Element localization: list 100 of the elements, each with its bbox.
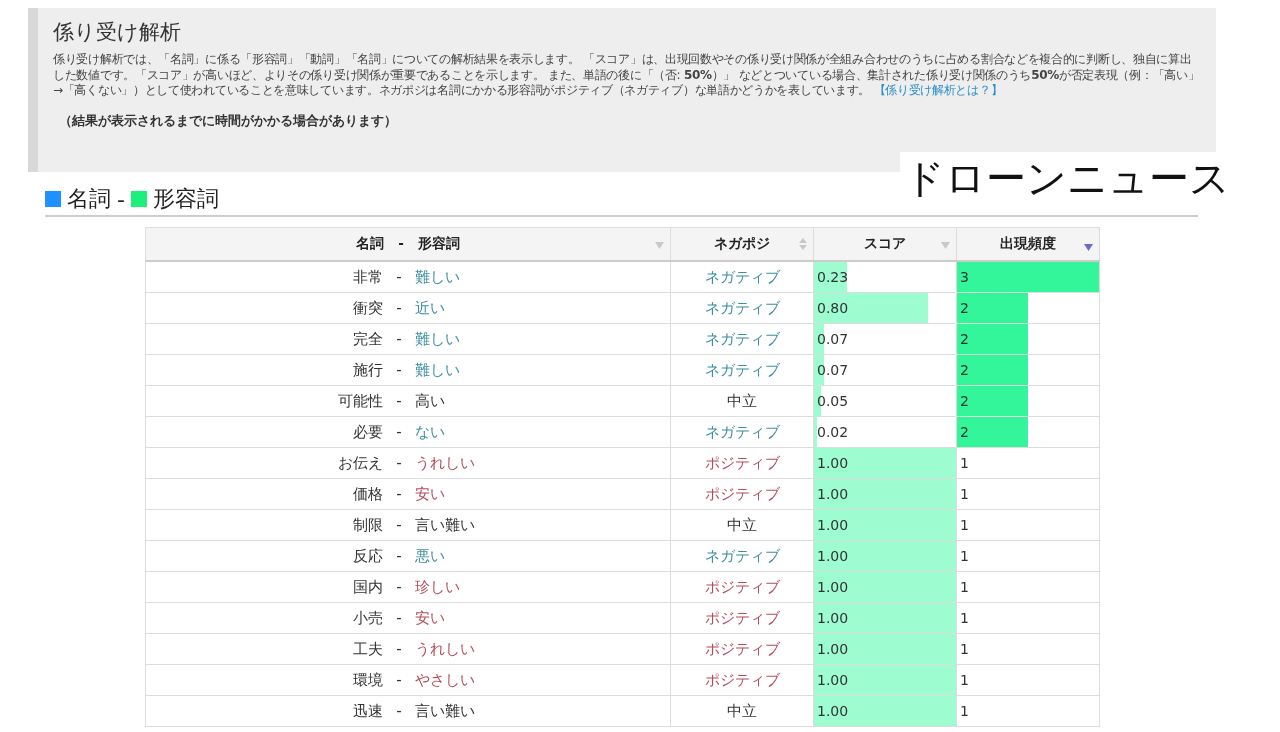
- frequency-value: 1: [959, 610, 969, 626]
- frequency-value: 1: [959, 672, 969, 688]
- dash-text: -: [396, 670, 402, 690]
- noun-text: 施行: [353, 360, 383, 380]
- frequency-value: 1: [959, 548, 969, 564]
- legend-separator: -: [117, 186, 125, 212]
- score-value: 1.00: [816, 455, 849, 471]
- sentiment-text: ネガティブ: [704, 422, 780, 441]
- noun-text: 迅速: [353, 701, 383, 721]
- score-value: 1.00: [816, 703, 849, 719]
- sentiment-text: 中立: [727, 701, 757, 720]
- frequency-value: 2: [959, 393, 969, 409]
- column-header[interactable]: スコア: [813, 227, 957, 261]
- score-value: 1.00: [816, 548, 849, 564]
- dash-text: -: [396, 422, 402, 442]
- frequency-value: 1: [959, 579, 969, 595]
- column-header[interactable]: ネガポジ: [670, 227, 814, 261]
- noun-text: お伝え: [338, 453, 383, 473]
- noun-text: 衝突: [353, 298, 383, 318]
- score-value: 1.00: [816, 610, 849, 626]
- adjective-text: うれしい: [415, 639, 476, 659]
- noun-text: 完全: [353, 329, 383, 349]
- dash-text: -: [396, 360, 402, 380]
- adjective-text: 近い: [415, 298, 446, 318]
- noun-text: 非常: [353, 267, 383, 287]
- score-value: 0.07: [816, 362, 849, 378]
- legend-label: 形容詞: [152, 185, 219, 213]
- column-header[interactable]: 名詞 - 形容詞: [145, 227, 671, 261]
- sentiment-text: 中立: [727, 391, 757, 410]
- adjective-text: 高い: [415, 391, 446, 411]
- sentiment-text: 中立: [727, 515, 757, 534]
- dash-text: -: [396, 639, 402, 659]
- sentiment-text: ネガティブ: [704, 329, 780, 348]
- score-value: 0.07: [816, 331, 849, 347]
- score-value: 1.00: [816, 486, 849, 502]
- sentiment-text: ポジティブ: [704, 453, 780, 472]
- sentiment-text: ポジティブ: [704, 608, 780, 627]
- dash-text: -: [396, 577, 402, 597]
- score-value: 0.05: [816, 393, 849, 409]
- dash-text: -: [396, 267, 402, 287]
- dash-text: -: [396, 701, 402, 721]
- dash-text: -: [396, 329, 402, 349]
- dash-text: -: [396, 453, 402, 473]
- score-value: 1.00: [816, 641, 849, 657]
- score-value: 0.80: [816, 300, 849, 316]
- adjective-text: 難しい: [415, 267, 461, 287]
- dash-text: -: [396, 515, 402, 535]
- score-value: 1.00: [816, 672, 849, 688]
- noun-text: 必要: [353, 422, 383, 442]
- adjective-text: 難しい: [415, 360, 461, 380]
- noun-text: 反応: [353, 546, 383, 566]
- adjective-text: 言い難い: [415, 701, 476, 721]
- adjective-text: 言い難い: [415, 515, 476, 535]
- panel-title: 係り受け解析: [53, 19, 182, 46]
- sort-icon[interactable]: [1084, 244, 1093, 251]
- noun-text: 工夫: [353, 639, 383, 659]
- sentiment-text: ネガティブ: [704, 298, 780, 317]
- score-value: 1.00: [816, 579, 849, 595]
- loading-note: （結果が表示されるまでに時間がかかる場合があります）: [59, 112, 398, 130]
- adjective-text: ない: [415, 422, 446, 442]
- dash-text: -: [396, 546, 402, 566]
- adjective-text: 珍しい: [415, 577, 461, 597]
- frequency-value: 1: [959, 486, 969, 502]
- adjective-text: 安い: [415, 608, 446, 628]
- frequency-value: 1: [959, 641, 969, 657]
- sentiment-text: ネガティブ: [704, 546, 780, 565]
- score-value: 0.02: [816, 424, 849, 440]
- adjective-text: やさしい: [415, 670, 476, 690]
- adjective-text: 悪い: [415, 546, 446, 566]
- sentiment-text: ポジティブ: [704, 639, 780, 658]
- noun-text: 可能性: [338, 391, 383, 411]
- dash-text: -: [396, 298, 402, 318]
- adjective-text: 安い: [415, 484, 446, 504]
- frequency-value: 2: [959, 300, 969, 316]
- column-header[interactable]: 出現頻度: [956, 227, 1100, 261]
- sentiment-text: ポジティブ: [704, 670, 780, 689]
- sentiment-text: ポジティブ: [704, 484, 780, 503]
- noun-text: 価格: [353, 484, 383, 504]
- frequency-value: 1: [959, 703, 969, 719]
- legend-label: 名詞: [67, 185, 111, 213]
- noun-text: 国内: [353, 577, 383, 597]
- noun-text: 小売: [353, 608, 383, 628]
- sentiment-text: ポジティブ: [704, 577, 780, 596]
- frequency-value: 1: [959, 455, 969, 471]
- dash-text: -: [396, 608, 402, 628]
- sentiment-text: ネガティブ: [704, 267, 780, 286]
- dash-text: -: [396, 484, 402, 504]
- noun-text: 制限: [353, 515, 383, 535]
- description-text: 係り受け解析では、「名詞」に係る「形容詞」「動詞」「名詞」についての解析結果を表示します。 「スコア」は、出現回数やその係り受け関係が全組み合わせのうちに占める割合などを複合的に判断し、独自に算出した数値です。「スコア」が高いほど、よりその係り受け関係が重要であることを示します。 また、単語の後に「（否: 50%）」 などとついている場合、集計された係り受け関係のうち50%が否定表現（例：「高い」→「高くない」）として使われていることを意味しています。ネガポジは名詞にかかる形容詞がポジティブ（ネガティブ）な単語かどうかを表しています。 【係り受け解析とは？】: [53, 52, 1201, 99]
- frequency-value: 3: [959, 269, 969, 285]
- frequency-value: 2: [959, 331, 969, 347]
- frequency-value: 2: [959, 424, 969, 440]
- frequency-value: 1: [959, 517, 969, 533]
- dash-text: -: [396, 391, 402, 411]
- score-value: 1.00: [816, 517, 849, 533]
- adjective-text: うれしい: [415, 453, 476, 473]
- noun-text: 環境: [353, 670, 383, 690]
- frequency-value: 2: [959, 362, 969, 378]
- adjective-text: 難しい: [415, 329, 461, 349]
- sentiment-text: ネガティブ: [704, 360, 780, 379]
